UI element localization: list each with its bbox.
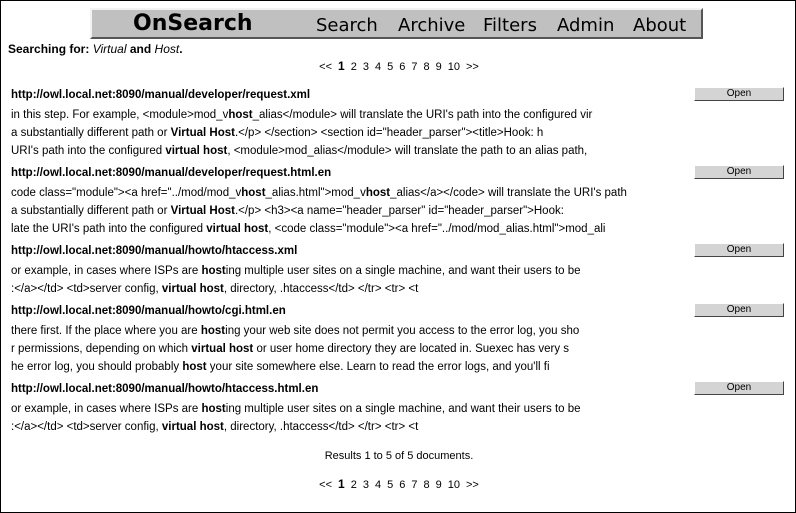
nav-archive[interactable]: Archive	[398, 15, 465, 36]
open-button[interactable]: Open	[694, 381, 784, 395]
result-snippet-line: a substantially different path or Virtua…	[11, 127, 544, 139]
pager-prev-link[interactable]: <<	[319, 479, 332, 491]
pager-page-4[interactable]: 4	[375, 479, 381, 491]
nav-filters[interactable]: Filters	[483, 15, 537, 36]
pager-page-6[interactable]: 6	[399, 479, 405, 491]
result-url-link[interactable]: http://owl.local.net:8090/manual/howto/c…	[11, 305, 286, 317]
result-snippet-line: or example, in cases where ISPs are host…	[11, 265, 581, 277]
open-button[interactable]: Open	[694, 243, 784, 257]
top-navigation-bar: OnSearch Search Archive Filters Admin Ab…	[90, 8, 703, 39]
result-snippet-line: a substantially different path or Virtua…	[11, 205, 564, 217]
results-summary: Results 1 to 5 of 5 documents.	[324, 450, 474, 462]
pager-page-8[interactable]: 8	[423, 61, 429, 73]
result-url-link[interactable]: http://owl.local.net:8090/manual/develop…	[11, 89, 310, 101]
pager-page-5[interactable]: 5	[387, 61, 393, 73]
pagination-bottom: << 1 2 3 4 5 6 7 8 9 10 >>	[1, 477, 796, 491]
result-snippet-line: in this step. For example, <module>mod_v…	[11, 109, 593, 121]
search-suffix: .	[179, 42, 183, 56]
app-logo[interactable]: OnSearch	[133, 11, 253, 36]
pager-next-link[interactable]: >>	[466, 61, 479, 73]
result-snippet-line: :</a></td> <td>server config, virtual ho…	[11, 283, 419, 295]
result-url-link[interactable]: http://owl.local.net:8090/manual/develop…	[11, 167, 331, 179]
pager-page-1: 1	[338, 59, 345, 73]
pager-page-6[interactable]: 6	[399, 61, 405, 73]
result-url-link[interactable]: http://owl.local.net:8090/manual/howto/h…	[11, 245, 297, 257]
pagination-top: << 1 2 3 4 5 6 7 8 9 10 >>	[1, 59, 796, 73]
pager-page-4[interactable]: 4	[375, 61, 381, 73]
pager-prev-link[interactable]: <<	[319, 61, 332, 73]
pager-page-9[interactable]: 9	[436, 479, 442, 491]
pager-page-3[interactable]: 3	[363, 479, 369, 491]
result-snippet-line: URI's path into the configured virtual h…	[11, 145, 588, 157]
result-snippet-line: he error log, you should probably host y…	[11, 361, 550, 373]
nav-search[interactable]: Search	[316, 15, 378, 36]
result-snippet-line: r permissions, depending on which virtua…	[11, 343, 570, 355]
search-query-summary: Searching for: Virtual and Host.	[8, 42, 183, 56]
pager-page-9[interactable]: 9	[436, 61, 442, 73]
result-url-link[interactable]: http://owl.local.net:8090/manual/howto/h…	[11, 383, 318, 395]
pager-page-3[interactable]: 3	[363, 61, 369, 73]
pager-page-7[interactable]: 7	[411, 61, 417, 73]
open-button[interactable]: Open	[694, 165, 784, 179]
result-snippet-line: code class="module"><a href="../mod/mod_…	[11, 187, 627, 199]
pager-page-7[interactable]: 7	[411, 479, 417, 491]
pager-next-link[interactable]: >>	[466, 479, 479, 491]
open-button[interactable]: Open	[694, 87, 784, 101]
pager-page-1: 1	[338, 477, 345, 491]
pager-page-8[interactable]: 8	[423, 479, 429, 491]
pager-page-10[interactable]: 10	[448, 61, 460, 73]
pager-page-2[interactable]: 2	[351, 61, 357, 73]
search-term-2: Host	[154, 42, 180, 56]
search-term-1: Virtual	[92, 42, 127, 56]
pager-page-5[interactable]: 5	[387, 479, 393, 491]
open-button[interactable]: Open	[694, 303, 784, 317]
pager-page-2[interactable]: 2	[351, 479, 357, 491]
result-snippet-line: late the URI's path into the configured …	[11, 223, 606, 235]
search-prefix: Searching for:	[8, 42, 90, 56]
pager-page-10[interactable]: 10	[448, 479, 460, 491]
nav-about[interactable]: About	[633, 15, 686, 36]
search-joiner: and	[129, 42, 152, 56]
nav-admin[interactable]: Admin	[557, 15, 614, 36]
result-snippet-line: there first. If the place where you are …	[11, 325, 580, 337]
result-snippet-line: or example, in cases where ISPs are host…	[11, 403, 581, 415]
result-snippet-line: :</a></td> <td>server config, virtual ho…	[11, 421, 419, 433]
